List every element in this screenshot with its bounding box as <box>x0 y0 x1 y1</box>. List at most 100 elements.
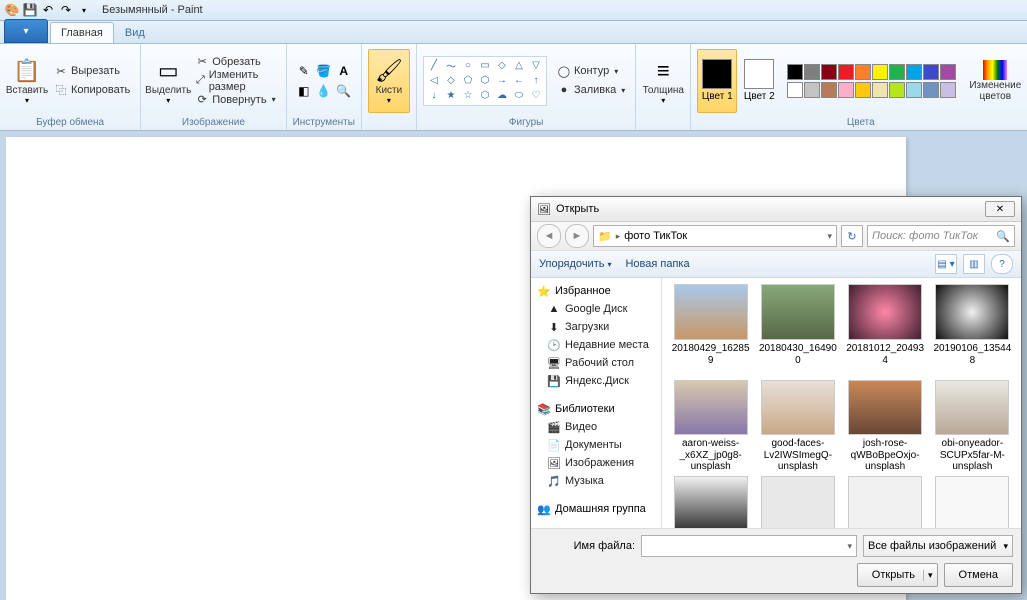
tree-recent[interactable]: 🕑Недавние места <box>531 336 661 354</box>
shapes-gallery[interactable]: ╱〜○▭◇△▽ ◁◇⬠⬡→←↑ ↓★☆⬡☁⬭♡ <box>423 56 547 106</box>
size-button[interactable]: ≡ Толщина ▾ <box>642 49 684 113</box>
file-menu-button[interactable]: ▾ <box>4 19 48 43</box>
thumbnail <box>761 380 835 435</box>
fill-tool[interactable]: 🪣 <box>315 62 333 80</box>
color1-button[interactable]: Цвет 1 <box>697 49 737 113</box>
swatch[interactable] <box>804 82 820 98</box>
tabs-row: ▾ Главная Вид <box>0 21 1027 44</box>
forward-button[interactable]: ► <box>565 224 589 248</box>
newfolder-button[interactable]: Новая папка <box>625 258 689 270</box>
swatch[interactable] <box>923 82 939 98</box>
tree-favorites[interactable]: ⭐Избранное <box>531 282 661 300</box>
swatch[interactable] <box>889 82 905 98</box>
group-size: ≡ Толщина ▾ <box>636 44 691 130</box>
back-button[interactable]: ◄ <box>537 224 561 248</box>
filter-combo[interactable]: Все файлы изображений▾ <box>863 535 1013 557</box>
swatch[interactable] <box>940 64 956 80</box>
text-tool[interactable]: A <box>335 62 353 80</box>
undo-icon[interactable]: ↶ <box>40 2 56 18</box>
tree-libraries[interactable]: 📚Библиотеки <box>531 400 661 418</box>
swatch[interactable] <box>855 64 871 80</box>
swatch[interactable] <box>923 64 939 80</box>
file-item[interactable]: Screenshot_20210 <box>930 476 1015 528</box>
open-button[interactable]: Открыть▾ <box>857 563 938 587</box>
window-title: Безымянный - Paint <box>102 4 203 16</box>
paste-button[interactable]: 📋 Вставить ▾ <box>6 49 48 113</box>
pencil-tool[interactable]: ✎ <box>295 62 313 80</box>
rotate-icon: ⟳ <box>195 93 209 107</box>
chevron-down-icon[interactable]: ▾ <box>923 570 933 581</box>
tab-home[interactable]: Главная <box>50 22 114 43</box>
swatch[interactable] <box>821 64 837 80</box>
tree-homegroup[interactable]: 👥Домашняя группа <box>531 500 661 518</box>
file-item[interactable]: obi-onyeador-SCUPx5far-M-unsplash <box>930 380 1015 472</box>
refresh-button[interactable]: ↻ <box>841 225 863 247</box>
file-item[interactable]: Screenshot_20210 <box>843 476 928 528</box>
edit-colors-button[interactable]: Изменение цветов <box>966 49 1024 113</box>
tree-desktop[interactable]: 🖥Рабочий стол <box>531 354 661 372</box>
tree-music[interactable]: 🎵Музыка <box>531 472 661 490</box>
tree-yadisk[interactable]: 💾Яндекс.Диск <box>531 372 661 390</box>
chevron-down-icon[interactable]: ▾ <box>827 231 832 242</box>
file-item[interactable]: aaron-weiss-_x6XZ_jp0g8-unsplash <box>668 380 753 472</box>
tree-gdrive[interactable]: ▲Google Диск <box>531 300 661 318</box>
swatch[interactable] <box>872 82 888 98</box>
title-bar: 🎨 💾 ↶ ↷ ▾ Безымянный - Paint <box>0 0 1027 21</box>
file-item[interactable]: 20181012_204934 <box>843 284 928 376</box>
select-button[interactable]: ▭ Выделить ▾ <box>147 49 189 113</box>
tree-downloads[interactable]: ⬇Загрузки <box>531 318 661 336</box>
tree-pictures[interactable]: 🖼Изображения <box>531 454 661 472</box>
thumbnail <box>761 476 835 528</box>
swatch[interactable] <box>838 64 854 80</box>
picker-tool[interactable]: 💧 <box>315 82 333 100</box>
file-item[interactable]: josh-rose-qWBoBpeOxjo-unsplash <box>843 380 928 472</box>
filename-input[interactable]: ▾ <box>641 535 857 557</box>
color1-swatch <box>702 59 732 89</box>
file-item[interactable]: good-faces-Lv2IWSImegQ-unsplash <box>755 380 840 472</box>
tab-view[interactable]: Вид <box>114 22 156 43</box>
music-icon: 🎵 <box>547 474 561 488</box>
dialog-title-bar: 🖼Открыть ✕ <box>531 197 1021 222</box>
file-item[interactable]: Screenshot_20210 <box>755 476 840 528</box>
close-button[interactable]: ✕ <box>985 201 1015 217</box>
swatch[interactable] <box>804 64 820 80</box>
redo-icon[interactable]: ↷ <box>58 2 74 18</box>
preview-pane-button[interactable]: ▥ <box>963 254 985 274</box>
swatch[interactable] <box>940 82 956 98</box>
swatch[interactable] <box>787 64 803 80</box>
swatch[interactable] <box>889 64 905 80</box>
address-bar[interactable]: 📁 ▸ фото ТикТок ▾ <box>593 225 837 247</box>
tree-videos[interactable]: 🎬Видео <box>531 418 661 436</box>
cancel-button[interactable]: Отмена <box>944 563 1013 587</box>
resize-button[interactable]: ⤢Изменить размер <box>191 72 279 90</box>
file-item[interactable]: olivier-bergeron- <box>668 476 753 528</box>
copy-button[interactable]: ⿻Копировать <box>50 81 134 99</box>
qat-dropdown-icon[interactable]: ▾ <box>76 2 92 18</box>
color2-button[interactable]: Цвет 2 <box>739 49 779 113</box>
rotate-button[interactable]: ⟳Повернуть▾ <box>191 91 279 109</box>
brushes-button[interactable]: 🖌 Кисти ▾ <box>368 49 410 113</box>
file-item[interactable]: 20180430_164900 <box>755 284 840 376</box>
search-input[interactable]: Поиск: фото ТикТок 🔍 <box>867 225 1015 247</box>
view-button[interactable]: ▤ ▾ <box>935 254 957 274</box>
save-icon[interactable]: 💾 <box>22 2 38 18</box>
swatch[interactable] <box>906 82 922 98</box>
zoom-tool[interactable]: 🔍 <box>335 82 353 100</box>
swatch[interactable] <box>855 82 871 98</box>
swatch[interactable] <box>906 64 922 80</box>
help-button[interactable]: ? <box>991 254 1013 274</box>
organize-button[interactable]: Упорядочить▾ <box>539 258 611 270</box>
outline-button[interactable]: ◯Контур▾ <box>553 62 629 80</box>
swatch[interactable] <box>838 82 854 98</box>
swatch[interactable] <box>872 64 888 80</box>
swatch[interactable] <box>787 82 803 98</box>
thumbnail <box>848 380 922 435</box>
file-list: 20180429_16285920180430_16490020181012_2… <box>662 278 1021 528</box>
tree-documents[interactable]: 📄Документы <box>531 436 661 454</box>
eraser-tool[interactable]: ◧ <box>295 82 313 100</box>
swatch[interactable] <box>821 82 837 98</box>
cut-button[interactable]: ✂Вырезать <box>50 62 134 80</box>
file-item[interactable]: 20180429_162859 <box>668 284 753 376</box>
file-item[interactable]: 20190106_135448 <box>930 284 1015 376</box>
fill-button[interactable]: ●Заливка▾ <box>553 81 629 99</box>
